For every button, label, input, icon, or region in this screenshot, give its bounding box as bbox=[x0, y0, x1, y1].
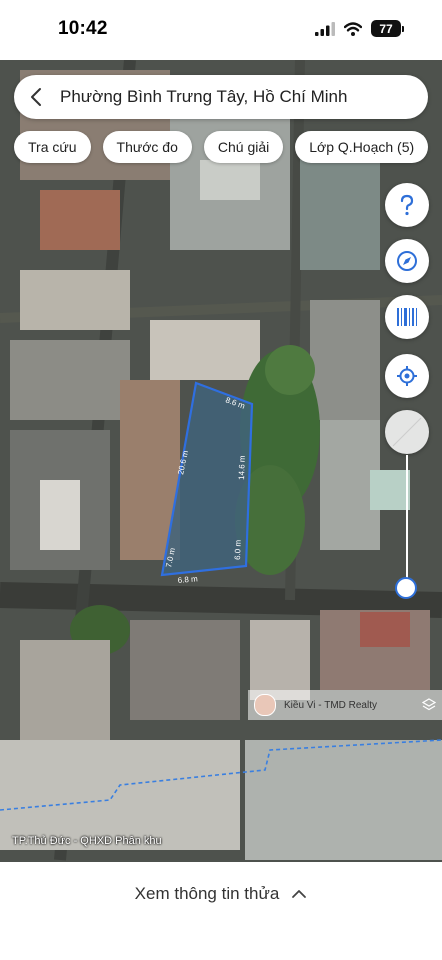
compass-icon bbox=[397, 251, 417, 271]
battery-level: 77 bbox=[371, 20, 401, 37]
barcode-icon bbox=[397, 308, 417, 326]
status-icons: 77 bbox=[315, 20, 404, 37]
search-bar[interactable]: Phường Bình Trưng Tây, Hồ Chí Minh bbox=[14, 75, 428, 119]
dim-right-lower: 6.0 m bbox=[233, 539, 243, 560]
opacity-icon bbox=[392, 417, 422, 447]
dim-bottom: 6.8 m bbox=[177, 574, 198, 585]
question-icon bbox=[400, 194, 414, 216]
dim-right: 14.6 m bbox=[237, 455, 247, 480]
dim-left: 20.6 m bbox=[176, 449, 190, 475]
chip-lop-quy-hoach[interactable]: Lớp Q.Hoạch (5) bbox=[295, 131, 429, 163]
chip-tra-cuu[interactable]: Tra cứu bbox=[14, 131, 91, 163]
compass-button[interactable] bbox=[385, 239, 429, 283]
search-location-text[interactable]: Phường Bình Trưng Tây, Hồ Chí Minh bbox=[60, 87, 347, 107]
help-button[interactable] bbox=[385, 183, 429, 227]
plot-dimensions: 8.6 m 20.6 m 14.6 m 6.0 m 7.0 m 6.8 m bbox=[164, 395, 247, 585]
dim-left-lower: 7.0 m bbox=[164, 547, 177, 569]
avatar bbox=[254, 694, 276, 716]
parcel-info-toggle[interactable]: Xem thông tin thửa bbox=[0, 884, 442, 904]
status-time: 10:42 bbox=[58, 18, 108, 39]
agent-name: Kiều Vi - TMD Realty bbox=[284, 699, 377, 711]
bottom-sheet[interactable]: Xem thông tin thửa bbox=[0, 862, 442, 960]
back-icon[interactable] bbox=[14, 75, 58, 119]
wifi-icon bbox=[344, 21, 362, 36]
chip-chu-giai[interactable]: Chú giải bbox=[203, 131, 284, 163]
dim-top: 8.6 m bbox=[224, 395, 246, 410]
locate-button[interactable] bbox=[385, 354, 429, 398]
barcode-button[interactable] bbox=[385, 295, 429, 339]
status-bar: 10:42 77 bbox=[0, 0, 442, 60]
chip-thuoc-do[interactable]: Thước đo bbox=[102, 131, 192, 163]
signal-icon bbox=[315, 21, 335, 36]
satellite-map[interactable]: 8.6 m 20.6 m 14.6 m 6.0 m 7.0 m 6.8 m bbox=[0, 60, 442, 862]
chevron-up-icon bbox=[292, 890, 307, 898]
map-source-label: TP.Thủ Đức - QHXD Phân khu bbox=[12, 835, 162, 847]
layers-icon bbox=[422, 698, 436, 711]
map-chips: Tra cứu Thước đo Chú giải Lớp Q.Hoạch (5… bbox=[14, 131, 429, 163]
opacity-slider-track[interactable] bbox=[406, 455, 408, 585]
battery-icon: 77 bbox=[371, 20, 404, 37]
opacity-slider-handle[interactable] bbox=[395, 577, 417, 599]
opacity-toggle[interactable] bbox=[385, 410, 429, 454]
parcel-info-title: Xem thông tin thửa bbox=[134, 884, 280, 903]
locate-icon bbox=[397, 366, 417, 386]
agent-watermark: Kiều Vi - TMD Realty bbox=[248, 690, 442, 720]
